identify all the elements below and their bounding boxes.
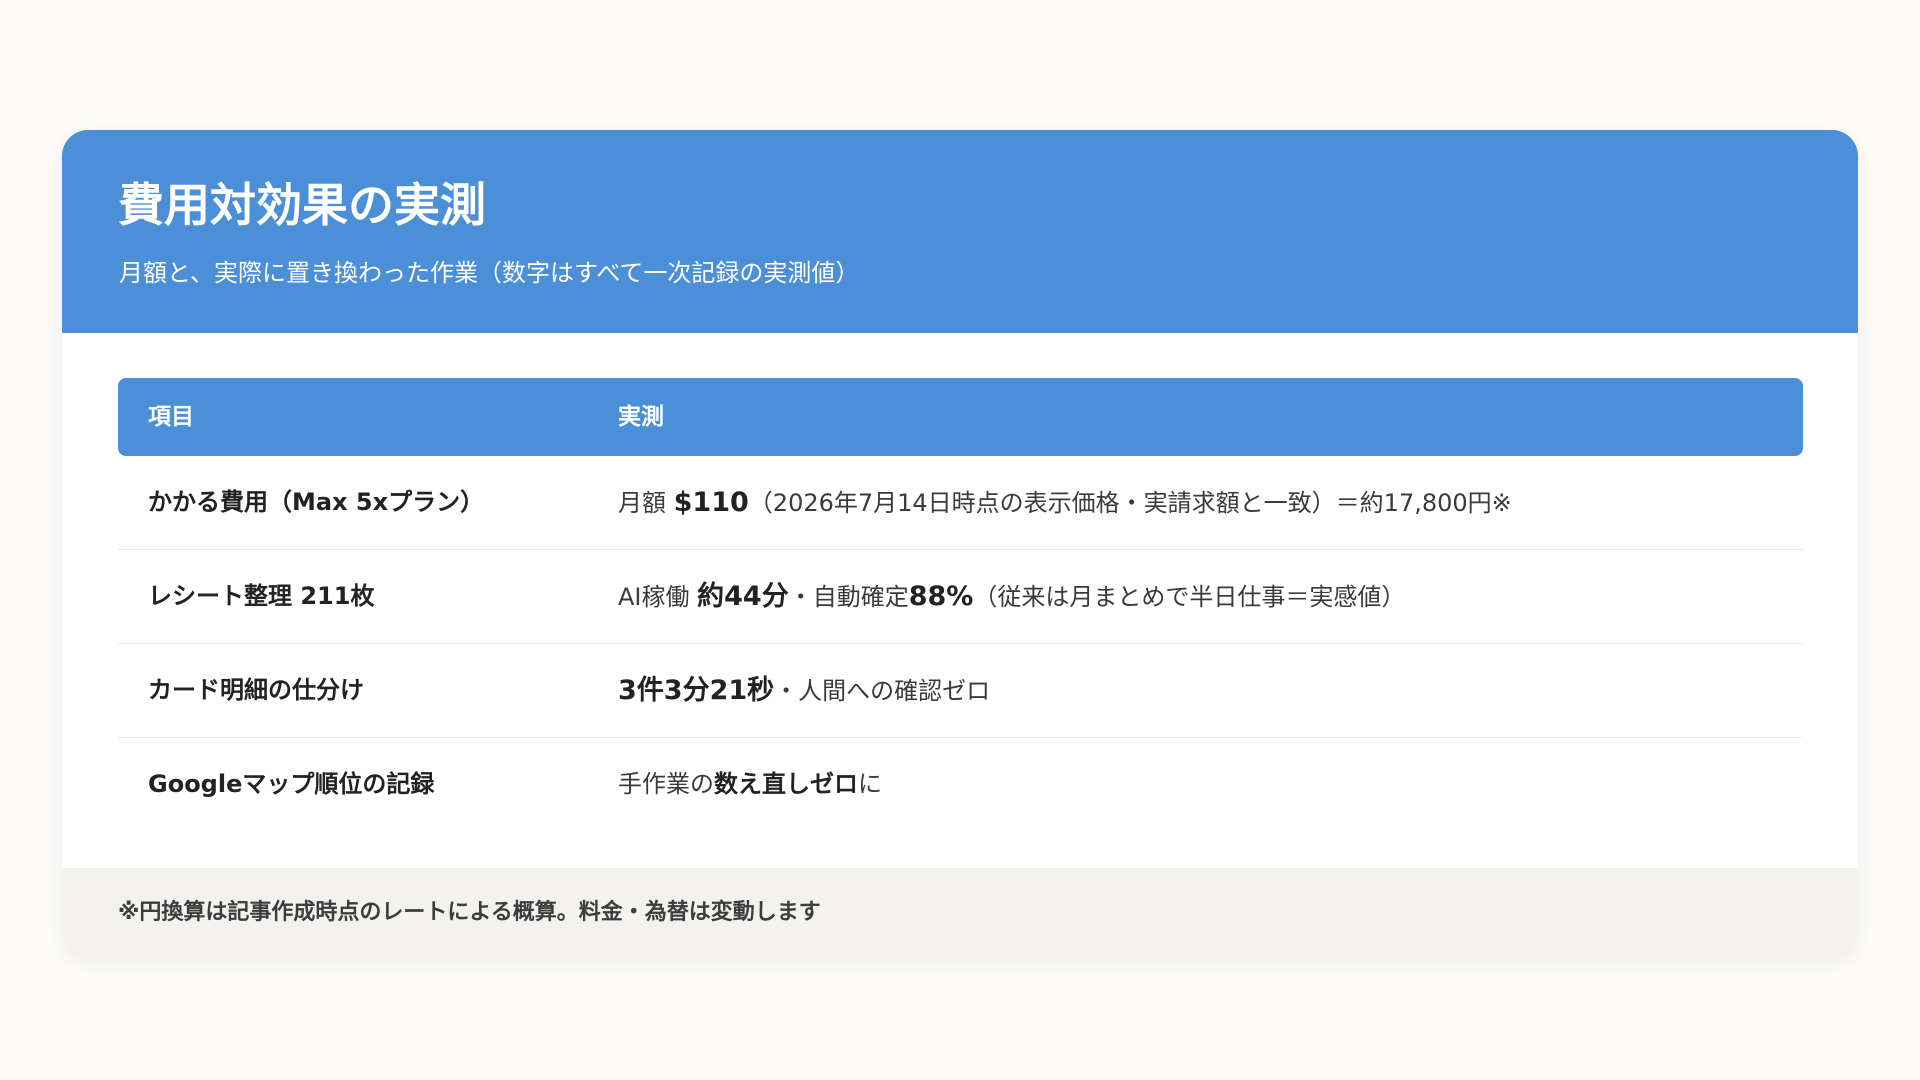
card-footer: ※円換算は記事作成時点のレートによる概算。料金・為替は変動します: [62, 868, 1858, 957]
card-header: 費用対効果の実測 月額と、実際に置き換わった作業（数字はすべて一次記録の実測値）: [62, 130, 1858, 333]
row-measured-value: AI稼働 約44分・自動確定88%（従来は月まとめで半日仕事＝実感値）: [618, 581, 1406, 612]
table-row: かかる費用（Max 5xプラン） 月額 $110（2026年7月14日時点の表示…: [118, 456, 1803, 550]
row-measured-value: 3件3分21秒・人間への確認ゼロ: [618, 675, 991, 706]
page-title: 費用対効果の実測: [118, 178, 486, 232]
page-subtitle: 月額と、実際に置き換わった作業（数字はすべて一次記録の実測値）: [119, 259, 860, 287]
row-item-label: カード明細の仕分け: [148, 676, 364, 704]
column-header-item: 項目: [148, 404, 194, 430]
table-row: Googleマップ順位の記録 手作業の数え直しゼロに: [118, 738, 1803, 831]
row-item-label: かかる費用（Max 5xプラン）: [148, 488, 485, 516]
column-header-measured: 実測: [618, 404, 664, 430]
table-header: 項目 実測: [118, 378, 1803, 456]
row-item-label: Googleマップ順位の記録: [148, 770, 435, 798]
footnote: ※円換算は記事作成時点のレートによる概算。料金・為替は変動します: [118, 900, 821, 925]
row-item-label: レシート整理 211枚: [148, 582, 375, 610]
cost-table: 項目 実測 かかる費用（Max 5xプラン） 月額 $110（2026年7月14…: [118, 378, 1803, 831]
row-measured-value: 手作業の数え直しゼロに: [618, 770, 882, 798]
row-measured-value: 月額 $110（2026年7月14日時点の表示価格・実請求額と一致）＝約17,8…: [618, 487, 1512, 518]
table-row: レシート整理 211枚 AI稼働 約44分・自動確定88%（従来は月まとめで半日…: [118, 550, 1803, 644]
table-row: カード明細の仕分け 3件3分21秒・人間への確認ゼロ: [118, 644, 1803, 738]
cost-effectiveness-card: 費用対効果の実測 月額と、実際に置き換わった作業（数字はすべて一次記録の実測値）…: [62, 130, 1858, 957]
